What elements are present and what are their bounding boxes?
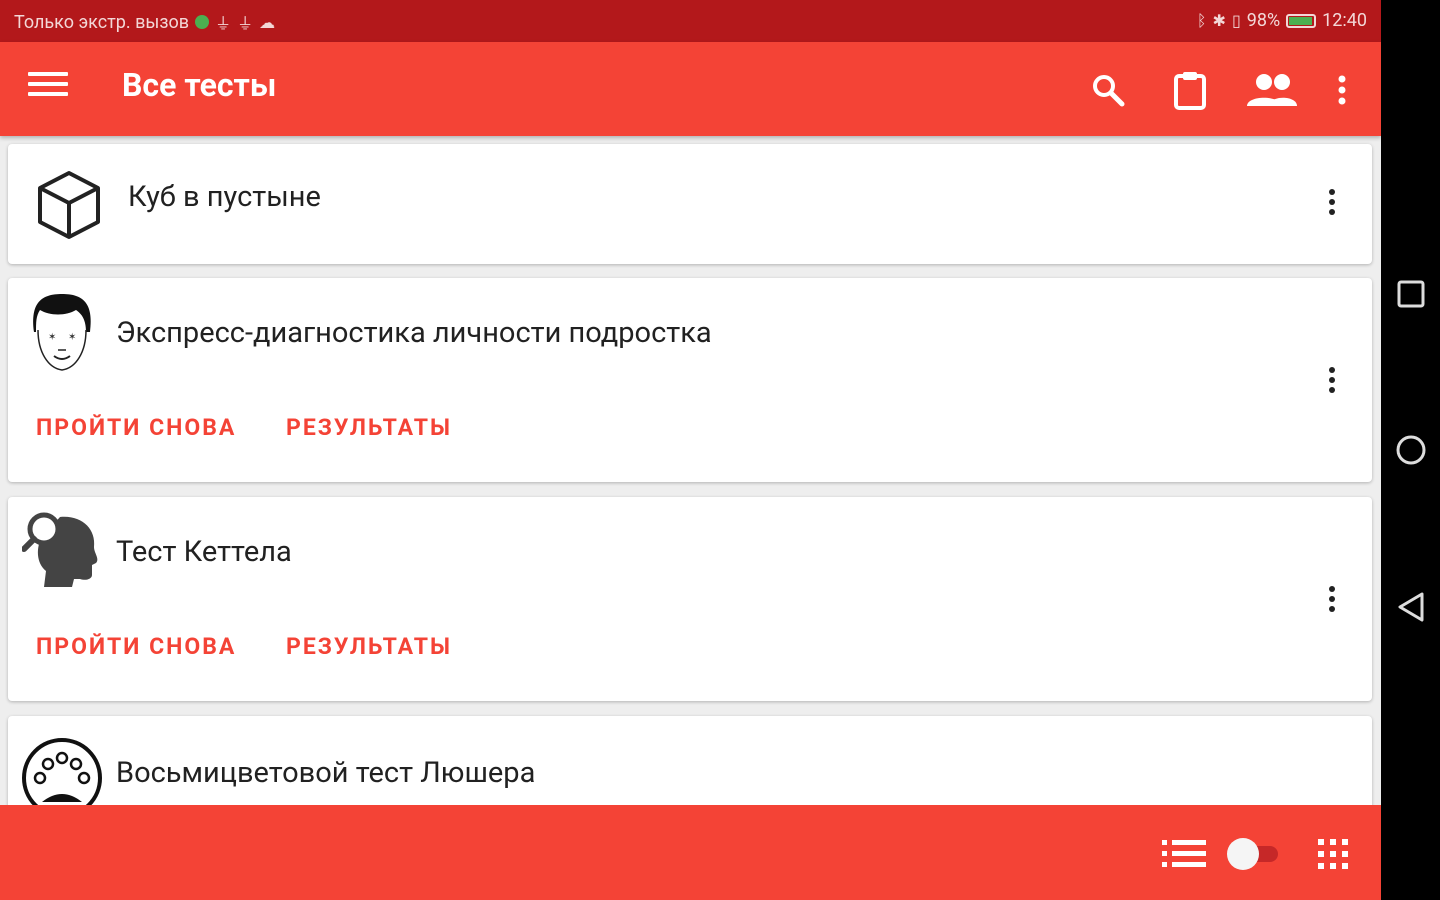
test-title: Восьмицветовой тест Люшера	[116, 756, 536, 790]
more-vert-icon[interactable]	[1318, 66, 1366, 114]
head-magnifier-icon	[21, 511, 102, 591]
more-vert-icon[interactable]	[1320, 360, 1344, 400]
more-vert-icon[interactable]	[1320, 579, 1344, 619]
teen-face-icon: ✶ ✶	[28, 292, 96, 378]
carrier-text: Только экстр. вызов	[14, 11, 190, 33]
test-title: Тест Кеттела	[116, 535, 292, 569]
app-screen: Только экстр. вызов ⏚ ⏚ ☁ ᛒ ✱ ▯ 98% 12:4…	[0, 0, 1381, 900]
test-card[interactable]: Тест Кеттела ПРОЙТИ СНОВА РЕЗУЛЬТАТЫ	[8, 497, 1372, 701]
bluetooth-icon: ᛒ	[1196, 11, 1207, 30]
retake-button[interactable]: ПРОЙТИ СНОВА	[36, 414, 236, 441]
app-toolbar: Все тесты	[0, 42, 1381, 136]
usb-icon: ⏚	[215, 14, 232, 33]
view-toggle-switch[interactable]	[1226, 836, 1282, 876]
test-card[interactable]: ✶ ✶ Экспресс-диагностика личности подрос…	[8, 278, 1372, 482]
back-icon[interactable]	[1381, 577, 1440, 637]
svg-text:✶: ✶	[68, 332, 76, 343]
cube-icon	[36, 170, 102, 244]
usb-icon: ⏚	[237, 14, 254, 33]
test-card[interactable]: Куб в пустыне	[8, 144, 1372, 264]
home-icon[interactable]	[1381, 420, 1440, 480]
results-button[interactable]: РЕЗУЛЬТАТЫ	[286, 633, 452, 660]
clipboard-icon[interactable]	[1166, 66, 1214, 114]
svg-text:✶: ✶	[48, 332, 56, 343]
bottom-bar	[0, 805, 1381, 900]
more-vert-icon[interactable]	[1320, 182, 1344, 222]
vibrate-icon: ✱	[1212, 11, 1226, 30]
recents-icon[interactable]	[1381, 264, 1440, 324]
menu-icon[interactable]	[28, 72, 68, 106]
test-title: Экспресс-диагностика личности подростка	[116, 316, 712, 350]
battery-icon	[1286, 13, 1317, 28]
sim-icon: ▯	[1231, 11, 1241, 30]
people-icon[interactable]	[1244, 66, 1300, 114]
search-icon[interactable]	[1084, 66, 1132, 114]
page-title: Все тесты	[122, 66, 277, 104]
status-left: Только экстр. вызов ⏚ ⏚ ☁	[14, 10, 275, 34]
retake-button[interactable]: ПРОЙТИ СНОВА	[36, 633, 236, 660]
globe-icon	[195, 15, 210, 29]
system-nav-bar	[1381, 0, 1440, 900]
grid-view-icon[interactable]	[1318, 839, 1348, 873]
cloud-icon: ☁	[259, 12, 276, 32]
results-button[interactable]: РЕЗУЛЬТАТЫ	[286, 414, 452, 441]
test-title: Куб в пустыне	[128, 180, 321, 214]
clock: 12:40	[1322, 10, 1367, 31]
list-view-icon[interactable]	[1162, 839, 1206, 873]
status-bar: Только экстр. вызов ⏚ ⏚ ☁ ᛒ ✱ ▯ 98% 12:4…	[0, 0, 1381, 42]
status-right: ᛒ ✱ ▯ 98% 12:40	[1197, 10, 1367, 31]
battery-percent: 98%	[1246, 10, 1281, 31]
